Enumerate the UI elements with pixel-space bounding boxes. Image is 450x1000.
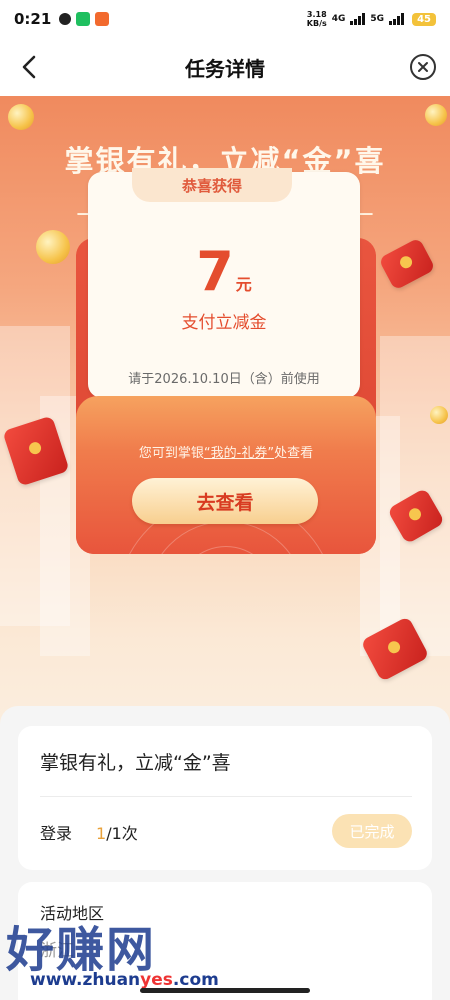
chevron-left-icon [22, 55, 36, 79]
coupon-name: 支付立减金 [181, 313, 267, 333]
red-envelope-icon [378, 237, 436, 291]
watermark-url-suffix: .com [172, 970, 219, 990]
view-hint: 您可到掌银“我的-礼券”处查看 [76, 442, 376, 461]
task-label: 登录 [40, 824, 73, 843]
network-type-label: 5G [370, 14, 385, 24]
view-button[interactable]: 去查看 [132, 478, 318, 524]
status-time: 0:21 [14, 10, 52, 28]
coin-icon [425, 104, 447, 126]
task-progress-done: 1 [96, 824, 107, 843]
home-indicator[interactable] [140, 988, 310, 993]
status-bar: 0:21 3.18 KB/s 4G 5G 45 [0, 0, 450, 38]
watermark-url-highlight: yes [140, 970, 173, 990]
watermark-url-prefix: www.zhuan [30, 970, 141, 990]
task-completed-button: 已完成 [332, 814, 412, 848]
prize-amount: 7元 [88, 240, 360, 303]
nav-bar: 任务详情 [0, 38, 450, 96]
status-right: 3.18 KB/s 4G 5G 45 [307, 10, 436, 28]
task-progress-total: /1次 [106, 824, 138, 843]
prize-amount-unit: 元 [235, 275, 252, 294]
close-icon [418, 62, 428, 72]
close-button[interactable] [410, 54, 436, 80]
signal-icon [350, 13, 366, 25]
page-title: 任务详情 [185, 56, 265, 81]
battery-icon: 45 [412, 12, 436, 26]
signal-icon [389, 13, 405, 25]
coin-icon [36, 230, 70, 264]
watermark: 好赚网 www.zhuanyes.com [6, 910, 219, 1000]
app-notification-icon [95, 12, 110, 26]
status-app-icons [59, 12, 110, 26]
prize-card-bottom [76, 396, 376, 554]
prize-badge: 恭喜获得 [132, 168, 292, 202]
coupon-expiry: 请于2026.10.10日（含）前使用 [128, 372, 320, 387]
coin-icon [430, 406, 448, 424]
back-button[interactable] [14, 52, 44, 82]
network-type-label: 4G [331, 14, 346, 24]
qq-icon [59, 13, 72, 25]
watermark-url: www.zhuanyes.com [30, 970, 219, 990]
wechat-icon [76, 12, 91, 26]
coin-icon [8, 104, 34, 130]
view-hint-prefix: 您可到掌银 [138, 446, 204, 461]
divider [40, 796, 412, 797]
my-coupons-link[interactable]: “我的-礼券” [204, 446, 274, 461]
net-speed-value: 3.18 [306, 10, 327, 19]
net-speed: 3.18 KB/s [307, 10, 327, 28]
task-title: 掌银有礼，立减“金”喜 [40, 752, 231, 774]
view-hint-suffix: 处查看 [274, 446, 314, 461]
prize-amount-value: 7 [196, 240, 234, 303]
task-progress: 1/1次 [96, 820, 138, 844]
net-speed-unit: KB/s [306, 19, 327, 28]
